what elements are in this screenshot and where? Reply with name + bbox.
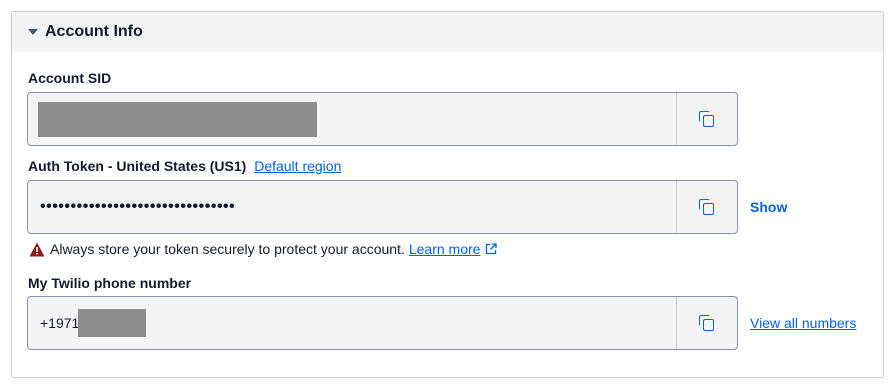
panel-title: Account Info xyxy=(45,22,143,40)
account-info-panel: Account Info Account SID Auth Token - Un… xyxy=(11,11,884,378)
account-sid-field[interactable] xyxy=(27,92,738,146)
auth-token-field[interactable]: •••••••••••••••••••••••••••••••• xyxy=(27,180,738,234)
learn-more-link[interactable]: Learn more xyxy=(409,241,481,257)
redacted-block xyxy=(78,309,147,337)
masked-token: •••••••••••••••••••••••••••••••• xyxy=(40,198,236,215)
copy-icon xyxy=(699,199,715,215)
phone-label-text: My Twilio phone number xyxy=(28,275,192,291)
view-all-numbers-link[interactable]: View all numbers xyxy=(750,315,856,331)
phone-value[interactable]: +1971 xyxy=(28,297,676,349)
account-sid-label-text: Account SID xyxy=(28,70,112,86)
phone-prefix: +1971 xyxy=(40,315,80,331)
copy-sid-button[interactable] xyxy=(676,93,737,145)
account-sid-value[interactable] xyxy=(28,93,676,145)
copy-token-button[interactable] xyxy=(676,181,737,233)
copy-icon xyxy=(699,315,715,331)
copy-phone-button[interactable] xyxy=(676,297,737,349)
auth-token-label-text: Auth Token - United States (US1) xyxy=(28,158,247,174)
auth-token-value[interactable]: •••••••••••••••••••••••••••••••• xyxy=(28,181,676,233)
caret-down-icon[interactable] xyxy=(28,29,38,35)
copy-icon xyxy=(699,111,715,127)
warning-triangle-icon xyxy=(29,242,45,256)
panel-header[interactable]: Account Info xyxy=(12,12,883,52)
account-sid-label: Account SID xyxy=(28,70,111,86)
redacted-block xyxy=(38,101,317,137)
external-link-icon[interactable] xyxy=(485,243,498,255)
phone-label: My Twilio phone number xyxy=(28,275,191,291)
warning-text: Always store your token securely to prot… xyxy=(50,241,405,257)
auth-token-label: Auth Token - United States (US1) Default… xyxy=(28,158,341,174)
phone-field[interactable]: +1971 xyxy=(27,296,738,350)
token-warning: Always store your token securely to prot… xyxy=(29,241,498,257)
show-token-button[interactable]: Show xyxy=(750,199,787,215)
default-region-link[interactable]: Default region xyxy=(254,158,341,174)
